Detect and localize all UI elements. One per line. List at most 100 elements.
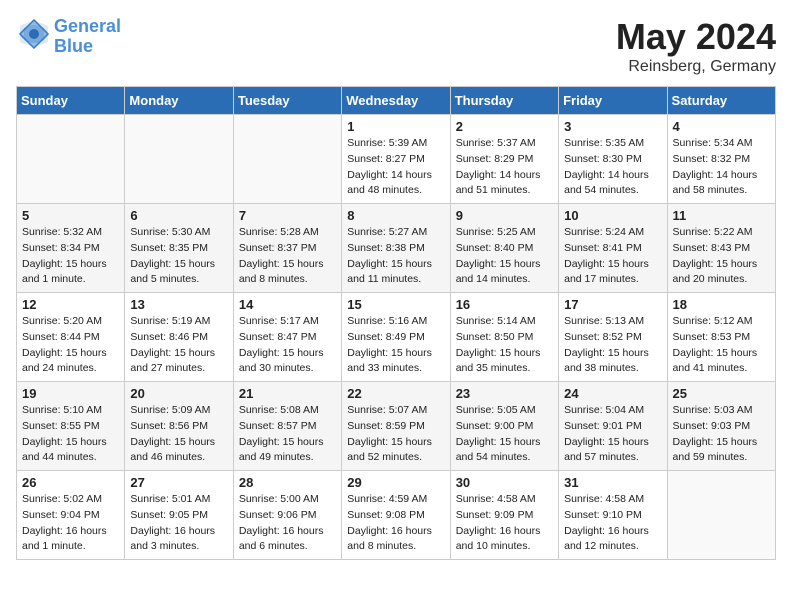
day-number: 16 <box>456 297 553 312</box>
day-info: Sunrise: 4:58 AMSunset: 9:09 PMDaylight:… <box>456 492 553 555</box>
day-header-tuesday: Tuesday <box>233 87 341 115</box>
location: Reinsberg, Germany <box>616 58 776 76</box>
calendar-cell: 5 Sunrise: 5:32 AMSunset: 8:34 PMDaylight… <box>17 204 125 293</box>
calendar-cell: 21Sunrise: 5:08 AMSunset: 8:57 PMDayligh… <box>233 382 341 471</box>
day-info: Sunrise: 5:35 AMSunset: 8:30 PMDaylight:… <box>564 136 661 199</box>
day-info: Sunrise: 5:30 AMSunset: 8:35 PMDaylight:… <box>130 225 227 288</box>
day-number: 12 <box>22 297 119 312</box>
day-number: 25 <box>673 386 770 401</box>
calendar-cell <box>233 115 341 204</box>
day-number: 10 <box>564 208 661 223</box>
page-header: General Blue May 2024 Reinsberg, Germany <box>16 16 776 76</box>
calendar-cell: 18Sunrise: 5:12 AMSunset: 8:53 PMDayligh… <box>667 293 775 382</box>
calendar-table: SundayMondayTuesdayWednesdayThursdayFrid… <box>16 86 776 560</box>
calendar-cell: 3 Sunrise: 5:35 AMSunset: 8:30 PMDaylight… <box>559 115 667 204</box>
day-number: 6 <box>130 208 227 223</box>
calendar-cell: 9Sunrise: 5:25 AMSunset: 8:40 PMDaylight… <box>450 204 558 293</box>
day-header-friday: Friday <box>559 87 667 115</box>
day-number: 30 <box>456 475 553 490</box>
day-number: 22 <box>347 386 444 401</box>
day-number: 20 <box>130 386 227 401</box>
day-number: 26 <box>22 475 119 490</box>
day-number: 24 <box>564 386 661 401</box>
calendar-cell: 6 Sunrise: 5:30 AMSunset: 8:35 PMDaylight… <box>125 204 233 293</box>
day-info: Sunrise: 5:02 AMSunset: 9:04 PMDaylight:… <box>22 492 119 555</box>
day-info: Sunrise: 5:17 AMSunset: 8:47 PMDaylight:… <box>239 314 336 377</box>
day-info: Sunrise: 5:09 AMSunset: 8:56 PMDaylight:… <box>130 403 227 466</box>
calendar-cell: 15 Sunrise: 5:16 AMSunset: 8:49 PMDayligh… <box>342 293 450 382</box>
day-number: 27 <box>130 475 227 490</box>
day-info: Sunrise: 5:28 AMSunset: 8:37 PMDaylight:… <box>239 225 336 288</box>
day-info: Sunrise: 5:19 AMSunset: 8:46 PMDaylight:… <box>130 314 227 377</box>
day-number: 8 <box>347 208 444 223</box>
calendar-cell: 16 Sunrise: 5:14 AMSunset: 8:50 PMDayligh… <box>450 293 558 382</box>
day-info: Sunrise: 5:10 AMSunset: 8:55 PMDaylight:… <box>22 403 119 466</box>
day-number: 13 <box>130 297 227 312</box>
day-info: Sunrise: 5:04 AMSunset: 9:01 PMDaylight:… <box>564 403 661 466</box>
day-info: Sunrise: 5:34 AMSunset: 8:32 PMDaylight:… <box>673 136 770 199</box>
title-block: May 2024 Reinsberg, Germany <box>616 16 776 76</box>
day-header-sunday: Sunday <box>17 87 125 115</box>
day-number: 19 <box>22 386 119 401</box>
day-info: Sunrise: 5:20 AMSunset: 8:44 PMDaylight:… <box>22 314 119 377</box>
calendar-cell: 1Sunrise: 5:39 AMSunset: 8:27 PMDaylight… <box>342 115 450 204</box>
day-info: Sunrise: 5:32 AMSunset: 8:34 PMDaylight:… <box>22 225 119 288</box>
calendar-cell: 23 Sunrise: 5:05 AMSunset: 9:00 PMDayligh… <box>450 382 558 471</box>
day-info: Sunrise: 5:03 AMSunset: 9:03 PMDaylight:… <box>673 403 770 466</box>
day-number: 2 <box>456 119 553 134</box>
day-info: Sunrise: 4:58 AMSunset: 9:10 PMDaylight:… <box>564 492 661 555</box>
calendar-cell: 11Sunrise: 5:22 AMSunset: 8:43 PMDayligh… <box>667 204 775 293</box>
calendar-cell: 29Sunrise: 4:59 AMSunset: 9:08 PMDayligh… <box>342 471 450 560</box>
day-info: Sunrise: 5:12 AMSunset: 8:53 PMDaylight:… <box>673 314 770 377</box>
day-info: Sunrise: 5:25 AMSunset: 8:40 PMDaylight:… <box>456 225 553 288</box>
logo-line1: General <box>54 16 121 36</box>
calendar-cell: 26 Sunrise: 5:02 AMSunset: 9:04 PMDayligh… <box>17 471 125 560</box>
day-number: 17 <box>564 297 661 312</box>
day-header-saturday: Saturday <box>667 87 775 115</box>
calendar-cell: 30 Sunrise: 4:58 AMSunset: 9:09 PMDayligh… <box>450 471 558 560</box>
calendar-cell: 10Sunrise: 5:24 AMSunset: 8:41 PMDayligh… <box>559 204 667 293</box>
day-info: Sunrise: 5:37 AMSunset: 8:29 PMDaylight:… <box>456 136 553 199</box>
calendar-cell: 13 Sunrise: 5:19 AMSunset: 8:46 PMDayligh… <box>125 293 233 382</box>
calendar-cell: 24 Sunrise: 5:04 AMSunset: 9:01 PMDayligh… <box>559 382 667 471</box>
day-info: Sunrise: 5:16 AMSunset: 8:49 PMDaylight:… <box>347 314 444 377</box>
day-header-monday: Monday <box>125 87 233 115</box>
day-info: Sunrise: 5:01 AMSunset: 9:05 PMDaylight:… <box>130 492 227 555</box>
day-number: 5 <box>22 208 119 223</box>
calendar-cell: 8 Sunrise: 5:27 AMSunset: 8:38 PMDaylight… <box>342 204 450 293</box>
day-info: Sunrise: 5:27 AMSunset: 8:38 PMDaylight:… <box>347 225 444 288</box>
calendar-cell <box>667 471 775 560</box>
calendar-cell: 19 Sunrise: 5:10 AMSunset: 8:55 PMDayligh… <box>17 382 125 471</box>
logo-line2: Blue <box>54 36 93 56</box>
day-number: 1 <box>347 119 444 134</box>
day-info: Sunrise: 5:14 AMSunset: 8:50 PMDaylight:… <box>456 314 553 377</box>
calendar-cell: 28 Sunrise: 5:00 AMSunset: 9:06 PMDayligh… <box>233 471 341 560</box>
day-number: 15 <box>347 297 444 312</box>
day-number: 7 <box>239 208 336 223</box>
month-title: May 2024 <box>616 16 776 58</box>
calendar-cell <box>17 115 125 204</box>
day-info: Sunrise: 4:59 AMSunset: 9:08 PMDaylight:… <box>347 492 444 555</box>
day-number: 11 <box>673 208 770 223</box>
calendar-cell: 14Sunrise: 5:17 AMSunset: 8:47 PMDayligh… <box>233 293 341 382</box>
calendar-cell: 2 Sunrise: 5:37 AMSunset: 8:29 PMDaylight… <box>450 115 558 204</box>
day-number: 3 <box>564 119 661 134</box>
calendar-cell: 22 Sunrise: 5:07 AMSunset: 8:59 PMDayligh… <box>342 382 450 471</box>
day-info: Sunrise: 5:07 AMSunset: 8:59 PMDaylight:… <box>347 403 444 466</box>
day-info: Sunrise: 5:05 AMSunset: 9:00 PMDaylight:… <box>456 403 553 466</box>
logo-icon <box>16 16 52 52</box>
day-number: 4 <box>673 119 770 134</box>
day-number: 31 <box>564 475 661 490</box>
calendar-cell: 7 Sunrise: 5:28 AMSunset: 8:37 PMDaylight… <box>233 204 341 293</box>
day-number: 23 <box>456 386 553 401</box>
day-info: Sunrise: 5:00 AMSunset: 9:06 PMDaylight:… <box>239 492 336 555</box>
calendar-cell: 4 Sunrise: 5:34 AMSunset: 8:32 PMDaylight… <box>667 115 775 204</box>
day-number: 28 <box>239 475 336 490</box>
calendar-cell: 17Sunrise: 5:13 AMSunset: 8:52 PMDayligh… <box>559 293 667 382</box>
calendar-cell <box>125 115 233 204</box>
calendar-cell: 27 Sunrise: 5:01 AMSunset: 9:05 PMDayligh… <box>125 471 233 560</box>
day-header-wednesday: Wednesday <box>342 87 450 115</box>
calendar-cell: 25 Sunrise: 5:03 AMSunset: 9:03 PMDayligh… <box>667 382 775 471</box>
day-number: 21 <box>239 386 336 401</box>
calendar-cell: 31 Sunrise: 4:58 AMSunset: 9:10 PMDayligh… <box>559 471 667 560</box>
